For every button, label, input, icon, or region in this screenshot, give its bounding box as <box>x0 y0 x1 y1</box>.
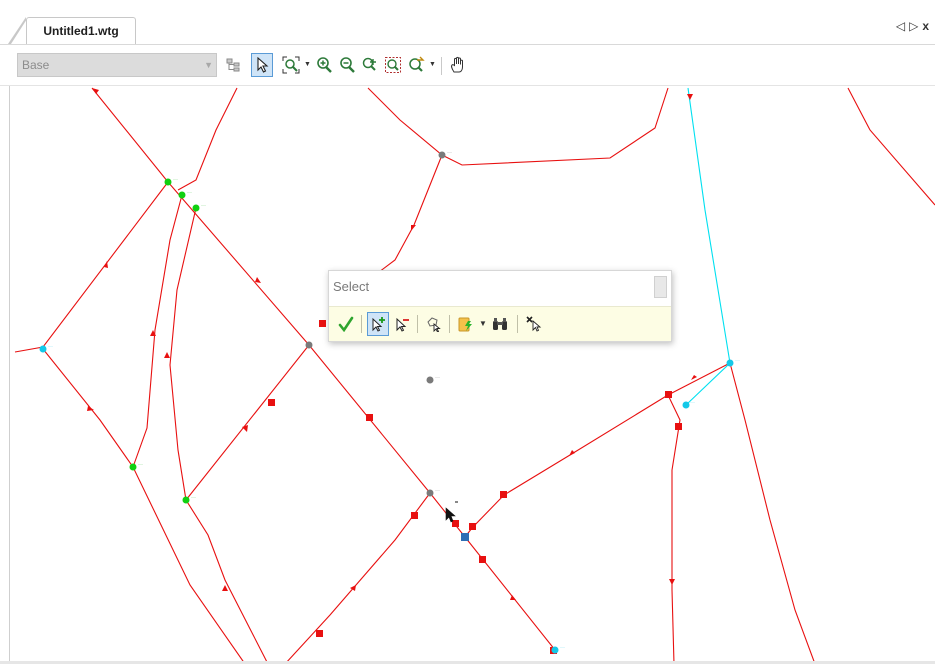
valve[interactable] <box>675 423 682 430</box>
chevron-down-icon[interactable]: ▼ <box>429 61 436 68</box>
scenario-dropdown[interactable]: Base ▼ <box>17 53 217 77</box>
pipe-network <box>14 87 935 664</box>
junction-node[interactable] <box>39 345 47 353</box>
pipe[interactable] <box>91 87 310 346</box>
zoom-out-icon[interactable] <box>336 53 358 77</box>
junction-node[interactable] <box>192 204 200 212</box>
chevron-down-icon[interactable]: ▼ <box>304 61 311 68</box>
node-labels: ..... ..... ..... ..... ..... ..... ....… <box>48 150 740 649</box>
toolbar-separator <box>449 315 450 333</box>
node-label: ..... <box>690 400 695 404</box>
valve[interactable] <box>665 391 672 398</box>
junction-node[interactable] <box>164 178 172 186</box>
junction-node[interactable] <box>551 646 559 654</box>
lateral-line[interactable] <box>685 87 731 406</box>
window-controls: ◁ ▷ x <box>896 19 929 33</box>
junctions <box>39 151 734 654</box>
select-floating-panel: Select ▼ <box>328 270 672 342</box>
pipe[interactable] <box>729 362 816 664</box>
junction-node[interactable] <box>426 489 434 497</box>
drawing-toolbar: Base ▼ ▼ ▼ <box>0 45 935 86</box>
node-label: ..... <box>201 203 206 207</box>
select-polygon-icon[interactable] <box>423 312 445 336</box>
document-tab-bar: Untitled1.wtg ◁ ▷ x <box>0 0 935 45</box>
tree-icon[interactable] <box>222 53 244 77</box>
document-tab[interactable]: Untitled1.wtg <box>26 17 136 44</box>
chevron-down-icon[interactable]: ▼ <box>204 54 213 76</box>
zoom-window-icon[interactable] <box>359 53 381 77</box>
pipe[interactable] <box>464 394 669 538</box>
pan-hand-icon[interactable] <box>447 53 469 77</box>
valve[interactable] <box>268 399 275 406</box>
query-select-icon[interactable] <box>455 312 477 336</box>
junction-node[interactable] <box>182 496 190 504</box>
junction-node[interactable] <box>305 341 313 349</box>
select-panel-title: Select <box>333 279 370 294</box>
pipe[interactable] <box>42 348 246 664</box>
junction-node[interactable] <box>426 376 434 384</box>
close-icon[interactable] <box>654 276 667 298</box>
node-label: ..... <box>138 462 143 466</box>
node-label: ..... <box>735 358 740 362</box>
find-binoculars-icon[interactable] <box>489 312 511 336</box>
toolbar-separator <box>417 315 418 333</box>
pipe[interactable] <box>367 87 669 166</box>
valve[interactable] <box>469 523 476 530</box>
pipe[interactable] <box>14 181 169 353</box>
select-toolbar: ▼ <box>329 306 671 341</box>
zoom-previous-icon[interactable] <box>405 53 427 77</box>
scroll-tabs-right-icon[interactable]: ▷ <box>909 19 918 33</box>
zoom-realtime-icon[interactable] <box>382 53 404 77</box>
toolbar-separator <box>361 315 362 333</box>
pipe[interactable] <box>308 344 556 651</box>
node-label: ..... <box>435 375 440 379</box>
node-label: ..... <box>173 177 178 181</box>
pipe[interactable] <box>185 344 310 501</box>
node-label: ..... <box>447 150 452 154</box>
flow-arrows <box>87 88 697 600</box>
junction-node[interactable] <box>438 151 446 159</box>
chevron-down-icon[interactable]: ▼ <box>479 319 487 328</box>
pipe[interactable] <box>847 87 935 206</box>
valve[interactable] <box>479 556 486 563</box>
pipe[interactable] <box>169 207 269 664</box>
mouse-cursor-icon <box>445 501 458 523</box>
selected-junction-node[interactable] <box>461 533 469 541</box>
done-check-icon[interactable] <box>335 312 357 336</box>
junction-node[interactable] <box>682 401 690 409</box>
node-label: ..... <box>435 488 440 492</box>
zoom-in-icon[interactable] <box>313 53 335 77</box>
tab-edge-fill <box>11 19 27 44</box>
zoom-extents-icon[interactable] <box>280 53 302 77</box>
valve[interactable] <box>316 630 323 637</box>
junction-node[interactable] <box>178 191 186 199</box>
close-tab-icon[interactable]: x <box>922 19 929 33</box>
pipe[interactable] <box>284 492 431 664</box>
valve[interactable] <box>411 512 418 519</box>
toolbar-separator <box>441 57 442 75</box>
node-label: ..... <box>191 495 196 499</box>
pipe[interactable] <box>132 194 183 468</box>
valve[interactable] <box>500 491 507 498</box>
node-label: ..... <box>560 645 565 649</box>
junction-node[interactable] <box>129 463 137 471</box>
clear-selection-icon[interactable] <box>523 312 545 336</box>
scenario-value: Base <box>22 58 50 72</box>
toolbar-separator <box>517 315 518 333</box>
pipe[interactable] <box>667 394 681 664</box>
pipe[interactable] <box>374 154 443 276</box>
add-to-selection-icon[interactable] <box>367 312 389 336</box>
pointer-icon[interactable] <box>251 53 273 77</box>
junction-node[interactable] <box>726 359 734 367</box>
pipe[interactable] <box>667 362 731 396</box>
node-label: ..... <box>187 190 192 194</box>
network-drawing-canvas[interactable]: ..... ..... ..... ..... ..... ..... ....… <box>10 86 935 664</box>
valve[interactable] <box>319 320 326 327</box>
node-label: ..... <box>48 344 53 348</box>
scroll-tabs-left-icon[interactable]: ◁ <box>896 19 905 33</box>
pipe[interactable] <box>177 87 238 191</box>
valve[interactable] <box>366 414 373 421</box>
remove-from-selection-icon[interactable] <box>391 312 413 336</box>
